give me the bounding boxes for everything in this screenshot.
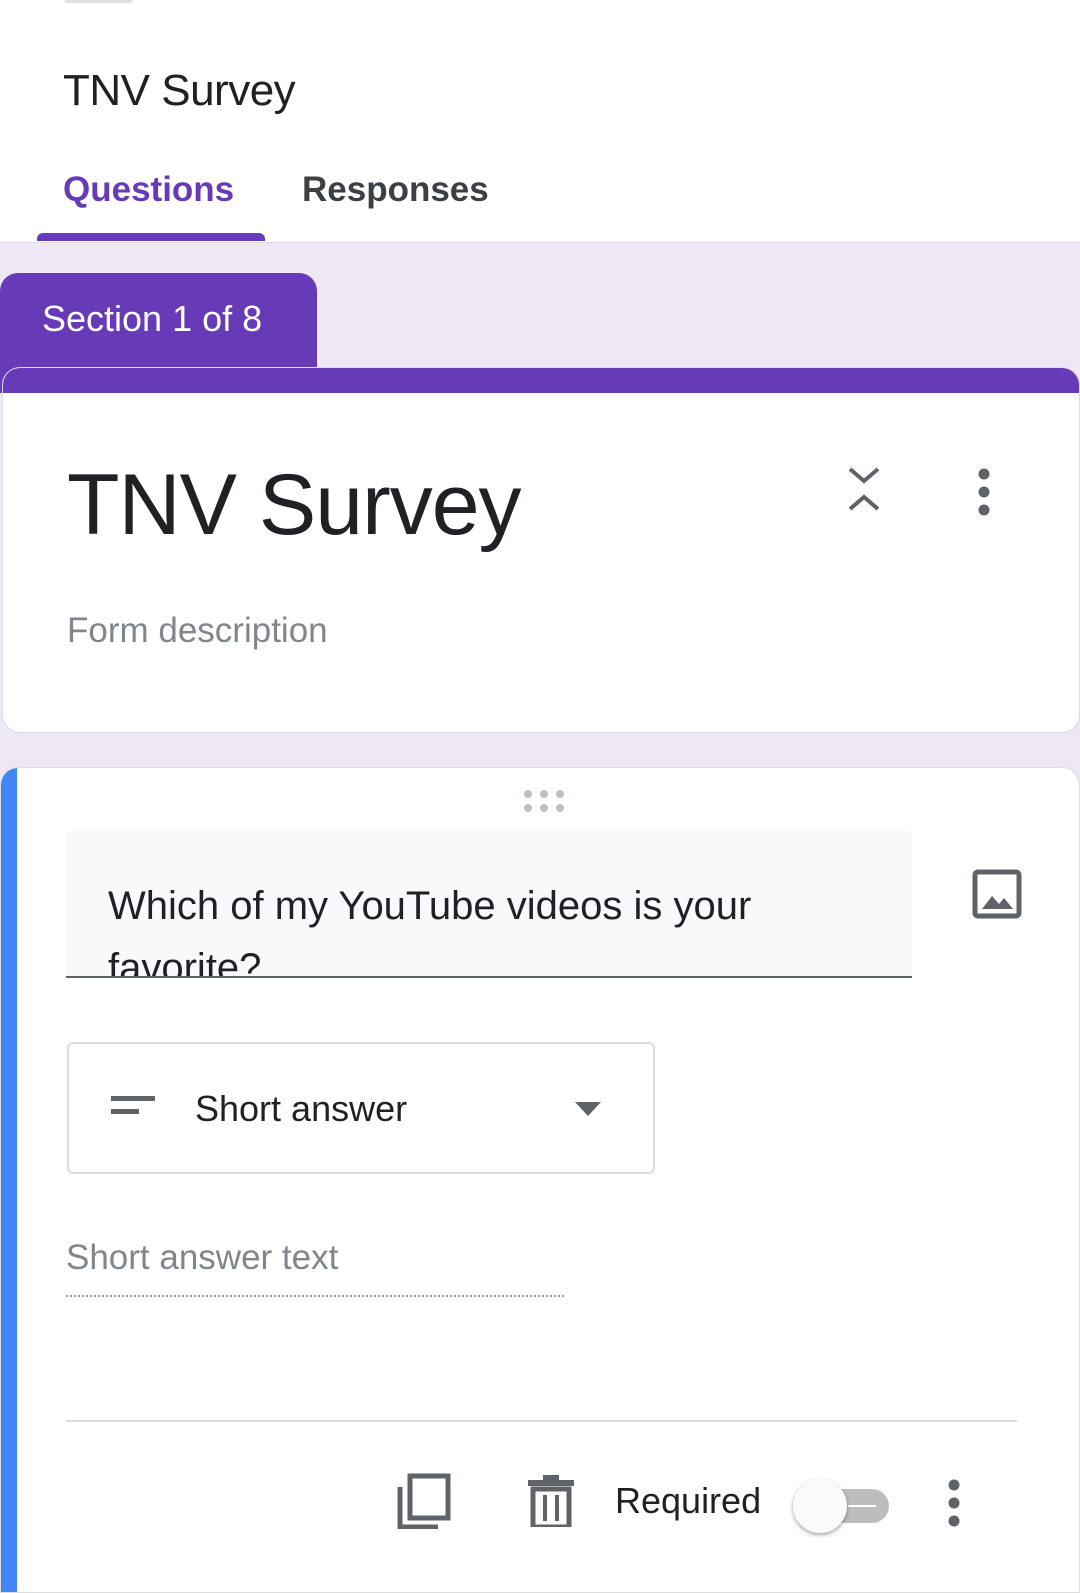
required-label: Required [615,1480,762,1521]
delete-icon[interactable] [528,1475,574,1527]
short-text-icon [111,1096,155,1114]
form-title[interactable]: TNV Survey [67,456,522,555]
more-vert-icon[interactable] [939,1478,969,1528]
tab-questions[interactable]: Questions [63,170,234,210]
dropdown-caret-icon [575,1102,601,1116]
question-card[interactable]: Which of my YouTube videos is your favor… [0,767,1080,1593]
question-title-input[interactable]: Which of my YouTube videos is your favor… [66,831,912,978]
section-label: Section 1 of 8 [42,298,263,339]
tab-responses[interactable]: Responses [302,170,489,210]
app-title: TNV Survey [63,66,296,115]
required-toggle[interactable] [793,1476,893,1533]
content-copy-icon[interactable] [396,1473,452,1529]
question-type-select[interactable]: Short answer [67,1042,655,1174]
form-description-field[interactable]: Form description [67,611,328,651]
short-answer-placeholder: Short answer text [66,1238,339,1277]
form-title-card[interactable]: TNV Survey Form description [2,367,1080,733]
question-focus-bar [1,768,17,1592]
toggle-knob[interactable] [793,1479,847,1533]
footer-divider [66,1420,1017,1422]
toggle-off-mark [848,1505,876,1507]
short-answer-underline [66,1295,564,1297]
image-icon[interactable] [972,869,1022,919]
top-handle [65,0,133,3]
active-tab-indicator [37,233,265,241]
app-header: TNV Survey Questions Responses [0,0,1080,243]
question-text[interactable]: Which of my YouTube videos is your favor… [108,875,868,976]
title-card-accent-bar [3,368,1079,393]
unfold-less-icon[interactable] [846,465,882,513]
question-type-label: Short answer [195,1088,408,1129]
more-vert-icon[interactable] [969,468,999,516]
drag-handle-icon[interactable] [522,788,566,814]
